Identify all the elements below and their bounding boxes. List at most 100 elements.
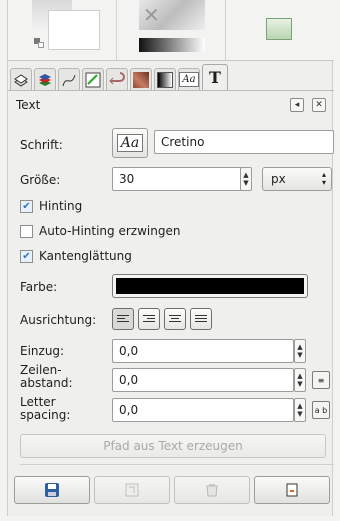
line-spacing-label-line-1: Zeilen- xyxy=(20,363,62,377)
line-spacing-label-line-2: abstand: xyxy=(20,376,73,390)
antialias-label: Kantenglättung xyxy=(39,249,132,263)
divider xyxy=(20,464,334,465)
checkbox-checked-icon: ✔ xyxy=(20,249,33,263)
tab-menu-icon: ◂ xyxy=(294,100,300,110)
color-label: Farbe: xyxy=(20,280,58,294)
preview-strip: ✕ xyxy=(8,0,334,61)
checkbox-unchecked-icon xyxy=(20,224,33,238)
font-label: Schrift: xyxy=(20,138,63,152)
undo-history-icon xyxy=(109,71,125,84)
align-justify-icon xyxy=(195,313,207,325)
tab-gradients[interactable] xyxy=(154,68,176,90)
line-spacing-label: Zeilen-abstand: xyxy=(20,364,73,390)
font-preview-icon: Aa xyxy=(116,134,144,152)
spin-up-icon: ▲ xyxy=(297,343,303,351)
indent-input[interactable]: 0,0 xyxy=(112,339,294,363)
panel-title: Text xyxy=(16,98,41,112)
autohint-checkbox[interactable]: Auto-Hinting erzwingen xyxy=(20,224,180,238)
spin-up-icon: ▲ xyxy=(297,402,303,410)
path-from-text-button[interactable]: Pfad aus Text erzeugen xyxy=(20,434,326,458)
plus-icon: ✕ xyxy=(143,3,160,27)
swap-colors-icon xyxy=(38,42,44,48)
tab-menu-button[interactable]: ◂ xyxy=(290,98,304,112)
justify-fill-button[interactable] xyxy=(190,308,212,330)
tab-fonts[interactable]: Aa xyxy=(178,68,200,90)
restore-options-button[interactable] xyxy=(94,476,170,504)
spin-up-icon: ▲ xyxy=(297,372,303,380)
tab-text-tool[interactable]: T xyxy=(202,64,228,90)
line-spacing-input[interactable]: 0,0 xyxy=(112,368,294,392)
tab-paths[interactable] xyxy=(58,68,80,90)
spin-down-icon: ▼ xyxy=(297,380,303,388)
close-tab-button[interactable]: ✕ xyxy=(312,98,326,112)
letter-spacing-spinner[interactable]: ▲ ▼ xyxy=(294,398,306,422)
font-input[interactable]: Cretino xyxy=(154,130,334,154)
close-icon: ✕ xyxy=(315,100,323,110)
size-input[interactable]: 30 xyxy=(112,167,242,191)
image-preview[interactable] xyxy=(226,0,334,60)
save-icon xyxy=(45,483,59,497)
tool-options-header: Text ◂ ✕ xyxy=(8,93,334,117)
fg-swatch xyxy=(48,10,100,50)
delete-options-button[interactable] xyxy=(174,476,250,504)
layers-icon xyxy=(14,73,28,87)
unit-select-arrows-icon: ▴ ▾ xyxy=(321,170,326,187)
trash-icon xyxy=(206,484,218,497)
letter-spacing-icon: a b xyxy=(312,401,330,419)
colormap-icon xyxy=(85,72,101,87)
reset-options-button[interactable] xyxy=(254,476,330,504)
tab-layers[interactable] xyxy=(10,68,32,90)
line-spacing-spinner[interactable]: ▲ ▼ xyxy=(294,368,306,392)
reset-icon xyxy=(286,483,298,497)
spin-down-icon: ▼ xyxy=(297,351,303,359)
brush-pattern-gradient-preview[interactable]: ✕ xyxy=(117,0,226,60)
align-center-icon xyxy=(169,313,181,325)
spin-down-icon: ▼ xyxy=(297,410,303,418)
image-icon xyxy=(266,18,292,40)
align-left-icon xyxy=(117,313,129,325)
hinting-checkbox[interactable]: ✔ Hinting xyxy=(20,199,82,213)
text-tool-options: Schrift: Aa Cretino Größe: 30 ▲ ▼ px ▴ ▾ ✔… xyxy=(14,118,334,470)
size-spinner[interactable]: ▲ ▼ xyxy=(240,167,252,191)
letter-spacing-label-line-1: Letter xyxy=(20,395,56,409)
restore-icon xyxy=(125,483,139,497)
indent-label: Einzug: xyxy=(20,344,65,358)
checkbox-checked-icon: ✔ xyxy=(20,199,33,213)
text-tool-icon: T xyxy=(209,68,221,87)
antialias-checkbox[interactable]: ✔ Kantenglättung xyxy=(20,249,132,263)
dock-tabs: Aa T xyxy=(10,64,230,90)
save-options-button[interactable] xyxy=(14,476,90,504)
line-spacing-icon: ≡ xyxy=(312,371,330,389)
color-fill xyxy=(116,278,304,294)
align-right-icon xyxy=(143,313,155,325)
justify-label: Ausrichtung: xyxy=(20,313,97,327)
patterns-icon xyxy=(133,71,149,88)
bottom-button-bar xyxy=(14,476,330,504)
justify-center-button[interactable] xyxy=(164,308,186,330)
letter-spacing-input[interactable]: 0,0 xyxy=(112,398,294,422)
tab-divider xyxy=(8,90,334,91)
size-label: Größe: xyxy=(20,173,61,187)
tab-patterns[interactable] xyxy=(130,68,152,90)
fg-bg-color-preview[interactable] xyxy=(8,0,117,60)
spin-down-icon: ▼ xyxy=(243,179,249,187)
hinting-label: Hinting xyxy=(39,199,83,213)
channels-icon xyxy=(39,73,51,86)
tab-channels[interactable] xyxy=(34,68,56,90)
unit-value: px xyxy=(271,172,286,186)
dock-panel: ✕ Aa T Text ◂ ✕ Schrift: Aa Cretino Größ… xyxy=(7,0,334,516)
gradient-preview xyxy=(139,38,205,52)
font-chooser-button[interactable]: Aa xyxy=(112,128,148,158)
letter-spacing-label-line-2: spacing: xyxy=(20,408,71,422)
text-color-button[interactable] xyxy=(112,274,308,298)
letter-spacing-label: Letter spacing: xyxy=(20,396,70,422)
unit-select[interactable]: px ▴ ▾ xyxy=(262,167,332,191)
justify-right-button[interactable] xyxy=(138,308,160,330)
gradients-icon xyxy=(157,71,173,88)
autohint-label: Auto-Hinting erzwingen xyxy=(39,224,181,238)
justify-left-button[interactable] xyxy=(112,308,134,330)
tab-undo-history[interactable] xyxy=(106,68,128,90)
spin-up-icon: ▲ xyxy=(243,171,249,179)
tab-colormap[interactable] xyxy=(82,68,104,90)
indent-spinner[interactable]: ▲ ▼ xyxy=(294,339,306,363)
